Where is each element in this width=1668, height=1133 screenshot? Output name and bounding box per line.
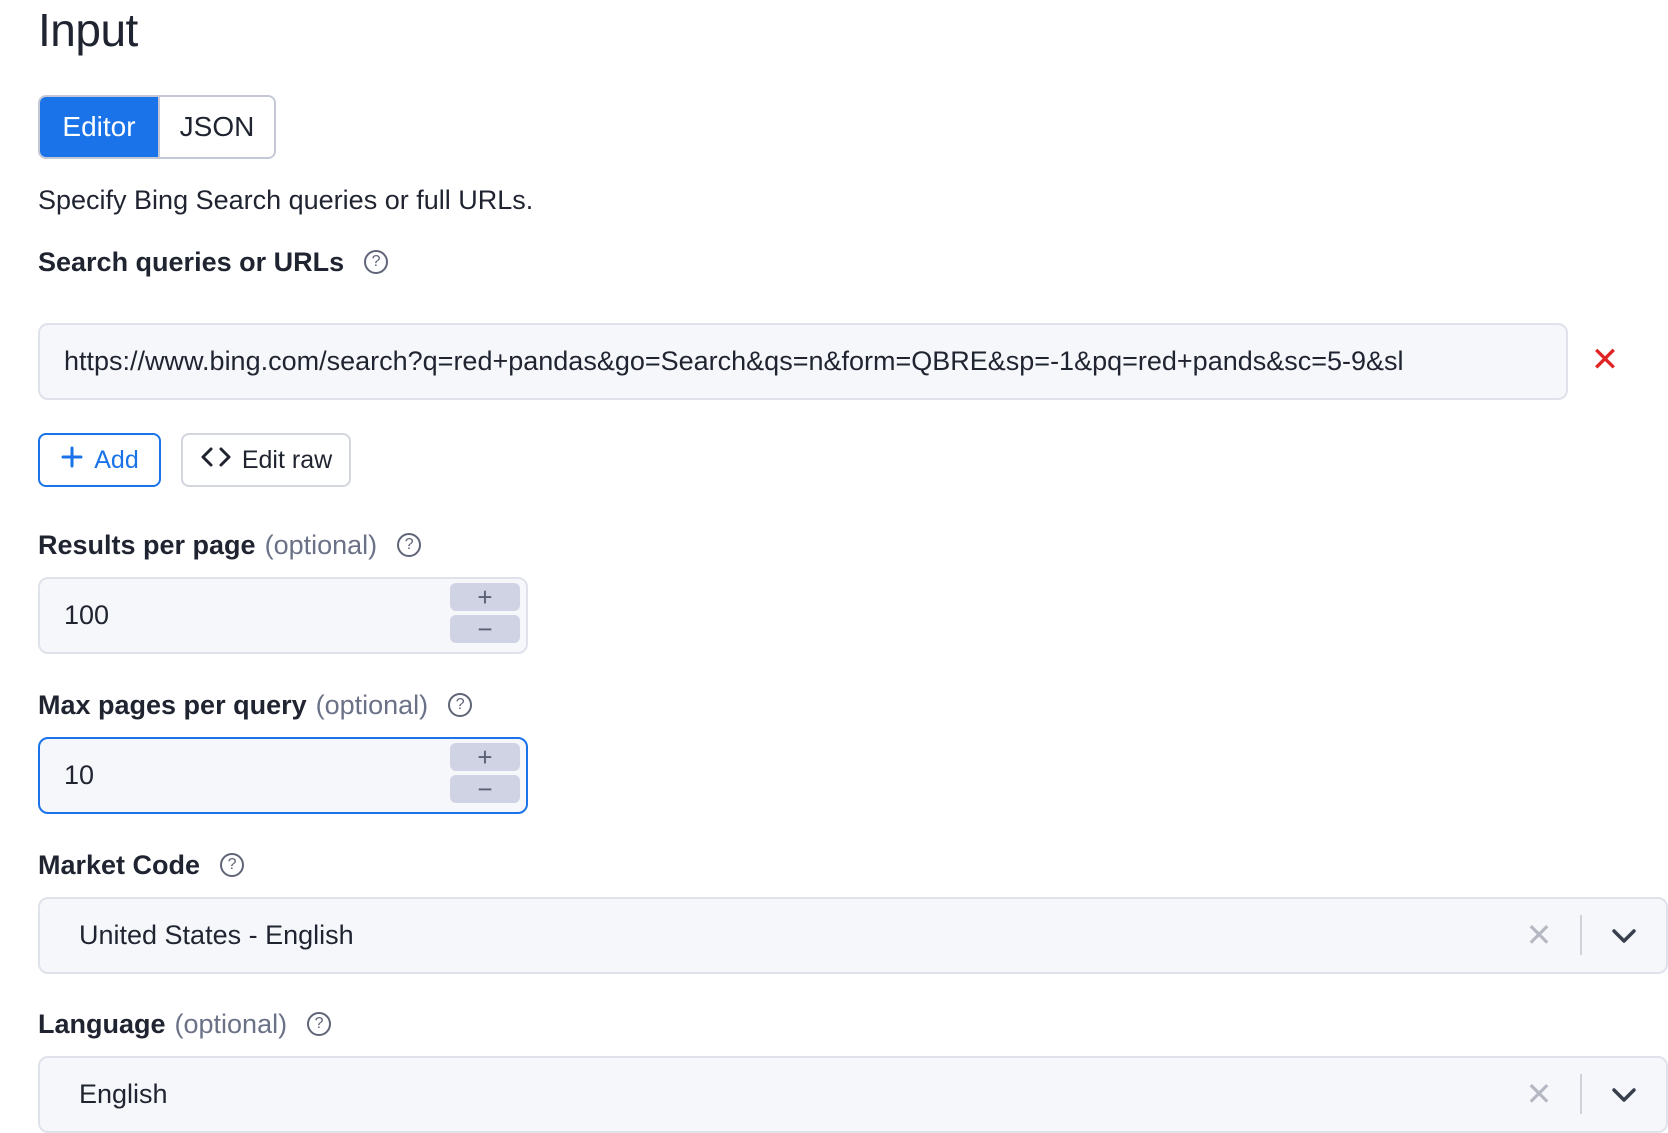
quantity-stepper: + −: [450, 743, 520, 803]
results-per-page-value[interactable]: 100: [40, 600, 109, 631]
remove-query-icon[interactable]: ✕: [1590, 343, 1620, 377]
optional-tag: (optional): [315, 690, 429, 720]
input-page: Input Editor JSON Specify Bing Search qu…: [0, 0, 1668, 1133]
edit-raw-button[interactable]: Edit raw: [181, 433, 351, 487]
mode-toggle: Editor JSON: [38, 95, 276, 159]
quantity-stepper: + −: [450, 583, 520, 643]
help-icon[interactable]: ?: [397, 533, 422, 557]
max-pages-label: Max pages per query (optional) ?: [38, 687, 473, 723]
plus-icon: [60, 445, 84, 476]
help-icon[interactable]: ?: [364, 250, 389, 274]
search-queries-label: Search queries or URLs ?: [38, 244, 389, 280]
optional-tag: (optional): [264, 530, 378, 560]
decrement-button[interactable]: −: [450, 615, 520, 643]
code-icon: [200, 445, 232, 476]
language-value: English: [79, 1079, 168, 1109]
select-divider: [1580, 1074, 1582, 1114]
market-code-value: United States - English: [79, 920, 354, 950]
edit-raw-label: Edit raw: [241, 445, 333, 474]
results-per-page-label: Results per page (optional) ?: [38, 527, 422, 563]
search-query-value[interactable]: https://www.bing.com/search?q=red+pandas…: [40, 346, 1544, 377]
section-description: Specify Bing Search queries or full URLs…: [38, 185, 534, 215]
help-icon[interactable]: ?: [220, 853, 245, 877]
decrement-button[interactable]: −: [450, 775, 520, 803]
results-per-page-input[interactable]: 100 + −: [38, 577, 528, 654]
search-query-input[interactable]: https://www.bing.com/search?q=red+pandas…: [38, 323, 1568, 400]
max-pages-label-text: Max pages per query: [38, 690, 307, 720]
increment-button[interactable]: +: [450, 583, 520, 611]
help-icon[interactable]: ?: [448, 693, 473, 717]
add-button-label: Add: [94, 445, 139, 474]
help-icon[interactable]: ?: [307, 1012, 332, 1036]
add-button[interactable]: Add: [38, 433, 161, 487]
page-title: Input: [38, 4, 138, 56]
language-select[interactable]: English ✕: [38, 1056, 1668, 1133]
chevron-down-icon[interactable]: [1604, 919, 1644, 953]
select-divider: [1580, 915, 1582, 955]
language-label-text: Language: [38, 1009, 166, 1039]
max-pages-input[interactable]: 10 + −: [38, 737, 528, 814]
tab-json[interactable]: JSON: [158, 97, 274, 157]
market-code-label-text: Market Code: [38, 850, 201, 880]
clear-selection-icon[interactable]: ✕: [1524, 1076, 1554, 1112]
language-label: Language (optional) ?: [38, 1006, 332, 1042]
market-code-select[interactable]: United States - English ✕: [38, 897, 1668, 974]
increment-button[interactable]: +: [450, 743, 520, 771]
clear-selection-icon[interactable]: ✕: [1524, 917, 1554, 953]
max-pages-value[interactable]: 10: [40, 760, 94, 791]
tab-editor[interactable]: Editor: [40, 97, 158, 157]
market-code-label: Market Code ?: [38, 847, 245, 883]
optional-tag: (optional): [174, 1009, 288, 1039]
results-per-page-label-text: Results per page: [38, 530, 256, 560]
search-queries-label-text: Search queries or URLs: [38, 247, 345, 277]
chevron-down-icon[interactable]: [1604, 1078, 1644, 1112]
